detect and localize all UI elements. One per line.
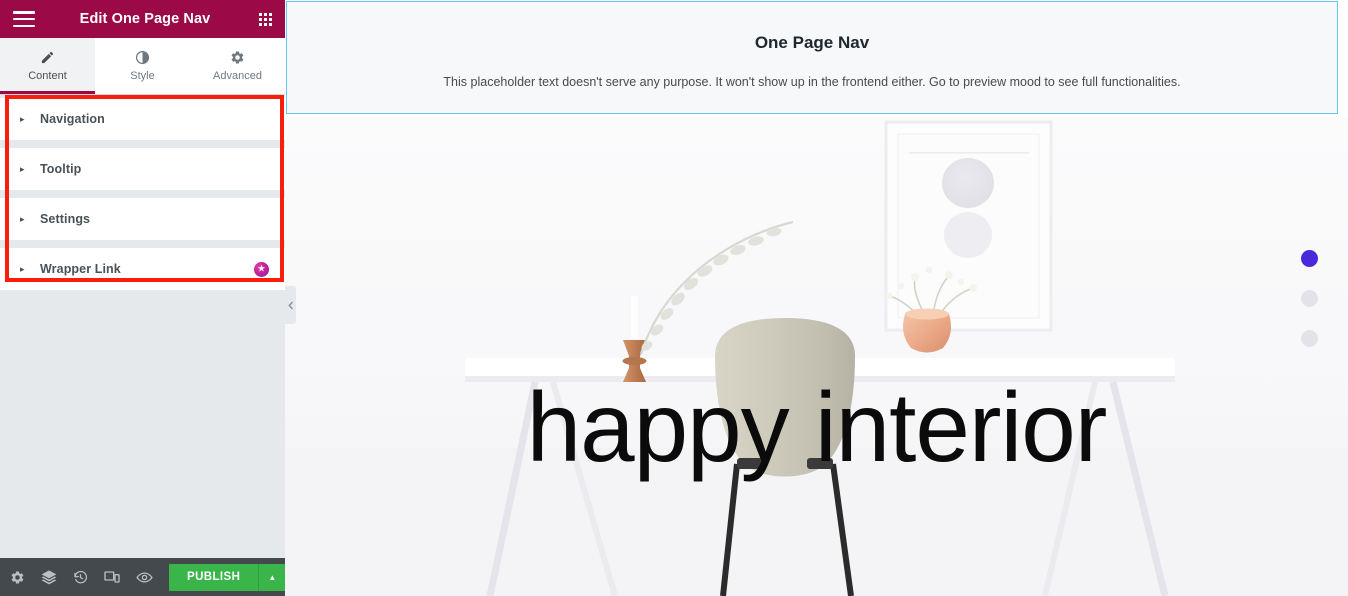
section-settings-label: Settings (40, 212, 91, 226)
control-sections-list: ▸ Navigation ▸ Tooltip ▸ Settings ▸ Wrap… (0, 98, 285, 290)
tab-content-label: Content (28, 70, 67, 82)
publish-options-caret-icon[interactable]: ▲ (258, 563, 286, 591)
one-page-nav-dots (1301, 250, 1318, 347)
nav-dot-3[interactable] (1301, 330, 1318, 347)
panel-title: Edit One Page Nav (79, 11, 211, 27)
chevron-right-icon: ▸ (20, 113, 25, 124)
chevron-right-icon: ▸ (20, 263, 25, 274)
publish-button[interactable]: PUBLISH (169, 563, 259, 591)
section-navigation[interactable]: ▸ Navigation (0, 98, 285, 140)
tab-style-label: Style (130, 70, 155, 82)
panel-header: Edit One Page Nav (0, 0, 285, 38)
pro-badge-glyph: ★ (257, 264, 266, 273)
section-settings[interactable]: ▸ Settings (0, 198, 285, 240)
tab-content[interactable]: Content (0, 38, 95, 94)
section-wrapper-link[interactable]: ▸ Wrapper Link ★ (0, 248, 285, 290)
publish-button-group: PUBLISH ▲ (169, 563, 286, 591)
history-revisions-icon[interactable] (73, 570, 88, 585)
selected-section-widget[interactable]: One Page Nav This placeholder text doesn… (286, 1, 1338, 114)
panel-footer-toolbar: PUBLISH ▲ (0, 558, 286, 596)
chevron-left-icon (287, 301, 293, 309)
section-tooltip[interactable]: ▸ Tooltip (0, 148, 285, 190)
preview-eye-icon[interactable] (136, 571, 153, 584)
preview-canvas: happy interior One Page Nav This placeho… (285, 0, 1348, 596)
hero-background-photo (285, 118, 1348, 596)
tab-advanced[interactable]: Advanced (190, 38, 285, 94)
layers-navigator-icon[interactable] (41, 569, 57, 585)
interior-photo-illustration (285, 118, 1348, 596)
tab-advanced-label: Advanced (213, 70, 262, 82)
section-wrapper-link-label: Wrapper Link (40, 262, 121, 276)
elementor-editor: Edit One Page Nav Content Style Advanced… (0, 0, 1348, 596)
nav-dot-1[interactable] (1301, 250, 1318, 267)
gear-icon (230, 50, 245, 65)
nav-dot-2[interactable] (1301, 290, 1318, 307)
section-tooltip-label: Tooltip (40, 162, 82, 176)
panel-tabs: Content Style Advanced (0, 38, 285, 95)
editor-sidebar-panel: Edit One Page Nav Content Style Advanced… (0, 0, 286, 596)
one-page-nav-widget-placeholder: One Page Nav This placeholder text doesn… (295, 10, 1329, 105)
panel-collapse-handle[interactable] (285, 286, 296, 324)
tab-style[interactable]: Style (95, 38, 190, 94)
grid-apps-icon[interactable] (259, 12, 272, 26)
contrast-half-circle-icon (135, 50, 150, 65)
widget-placeholder-text: This placeholder text doesn't serve any … (443, 74, 1181, 89)
section-navigation-label: Navigation (40, 112, 105, 126)
chevron-right-icon: ▸ (20, 163, 25, 174)
widget-title: One Page Nav (754, 32, 870, 52)
responsive-mode-icon[interactable] (104, 570, 120, 584)
settings-gear-icon[interactable] (10, 570, 25, 585)
pencil-icon (40, 50, 55, 65)
pro-feature-badge-icon: ★ (254, 261, 269, 277)
panel-sections-area: ▸ Navigation ▸ Tooltip ▸ Settings ▸ Wrap… (0, 95, 285, 558)
chevron-right-icon: ▸ (20, 213, 25, 224)
